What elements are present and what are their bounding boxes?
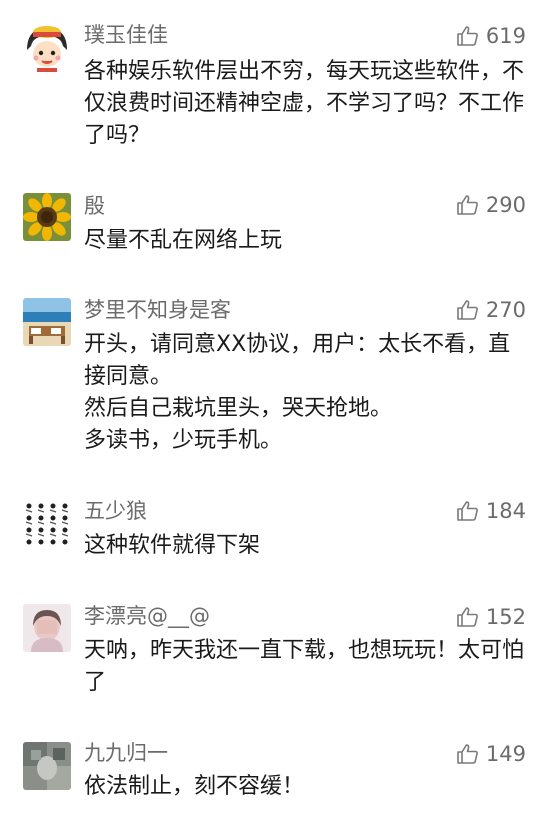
- username[interactable]: 九九归一: [84, 740, 168, 766]
- user-avatar[interactable]: [23, 298, 71, 346]
- like-count: 619: [485, 24, 526, 48]
- comment-text: 开头，请同意XX协议，用户：太长不看，直接同意。 然后自己栽坑里头，哭天抢地。 …: [84, 329, 524, 457]
- comment-line: 尽量不乱在网络上玩: [84, 228, 283, 253]
- thumbs-up-icon: [456, 298, 480, 322]
- beach-avatar-icon: [23, 298, 71, 346]
- thumbs-up-icon: [456, 499, 480, 523]
- like-count: 149: [485, 742, 526, 766]
- like-count: 290: [485, 193, 526, 217]
- username[interactable]: 殷: [84, 193, 105, 219]
- user-avatar[interactable]: [23, 24, 71, 72]
- comment-text: 依法制止，刻不容缓！: [84, 771, 524, 803]
- comment-line: 开头，请同意XX协议，用户：太长不看，直接同意。: [84, 332, 511, 389]
- user-avatar[interactable]: [23, 742, 71, 790]
- like-button[interactable]: 270: [456, 296, 526, 324]
- user-avatar[interactable]: [23, 604, 71, 652]
- comment-line: 依法制止，刻不容缓！: [84, 774, 305, 799]
- username[interactable]: 璞玉佳佳: [84, 22, 168, 48]
- comment-line: 多读书，少玩手机。: [84, 428, 283, 453]
- comment-line: 这种软件就得下架: [84, 533, 261, 558]
- like-button[interactable]: 619: [456, 22, 526, 50]
- sunflower-avatar-icon: [23, 193, 71, 241]
- pattern-avatar-icon: [23, 500, 71, 548]
- thumbs-up-icon: [456, 742, 480, 766]
- like-button[interactable]: 184: [456, 497, 526, 525]
- like-button[interactable]: 152: [456, 603, 526, 631]
- comment-text: 各种娱乐软件层出不穷，每天玩这些软件，不仅浪费时间还精神空虚，不学习了吗？不工作…: [84, 56, 524, 152]
- blurred-photo-avatar-icon: [23, 742, 71, 790]
- like-count: 184: [485, 499, 526, 523]
- comment-text: 尽量不乱在网络上玩: [84, 225, 524, 257]
- like-button[interactable]: 290: [456, 191, 526, 219]
- blurred-portrait-avatar-icon: [23, 604, 71, 652]
- comment-line: 然后自己栽坑里头，哭天抢地。: [84, 396, 393, 421]
- thumbs-up-icon: [456, 193, 480, 217]
- username[interactable]: 五少狼: [84, 498, 147, 524]
- comment-line: 天呐，昨天我还一直下载，也想玩玩！太可怕了: [84, 638, 525, 695]
- comment-text: 天呐，昨天我还一直下载，也想玩玩！太可怕了: [84, 635, 524, 699]
- like-count: 270: [485, 298, 526, 322]
- thumbs-up-icon: [456, 24, 480, 48]
- username[interactable]: 梦里不知身是客: [84, 297, 231, 323]
- like-count: 152: [485, 605, 526, 629]
- comment-line: 各种娱乐软件层出不穷，每天玩这些软件，不仅浪费时间还精神空虚，不学习了吗？不工作…: [84, 59, 525, 148]
- cartoon-girl-avatar-icon: [23, 24, 71, 72]
- thumbs-up-icon: [456, 605, 480, 629]
- comment-text: 这种软件就得下架: [84, 530, 524, 562]
- username[interactable]: 李漂亮@__@: [84, 603, 210, 629]
- like-button[interactable]: 149: [456, 740, 526, 768]
- user-avatar[interactable]: [23, 500, 71, 548]
- user-avatar[interactable]: [23, 193, 71, 241]
